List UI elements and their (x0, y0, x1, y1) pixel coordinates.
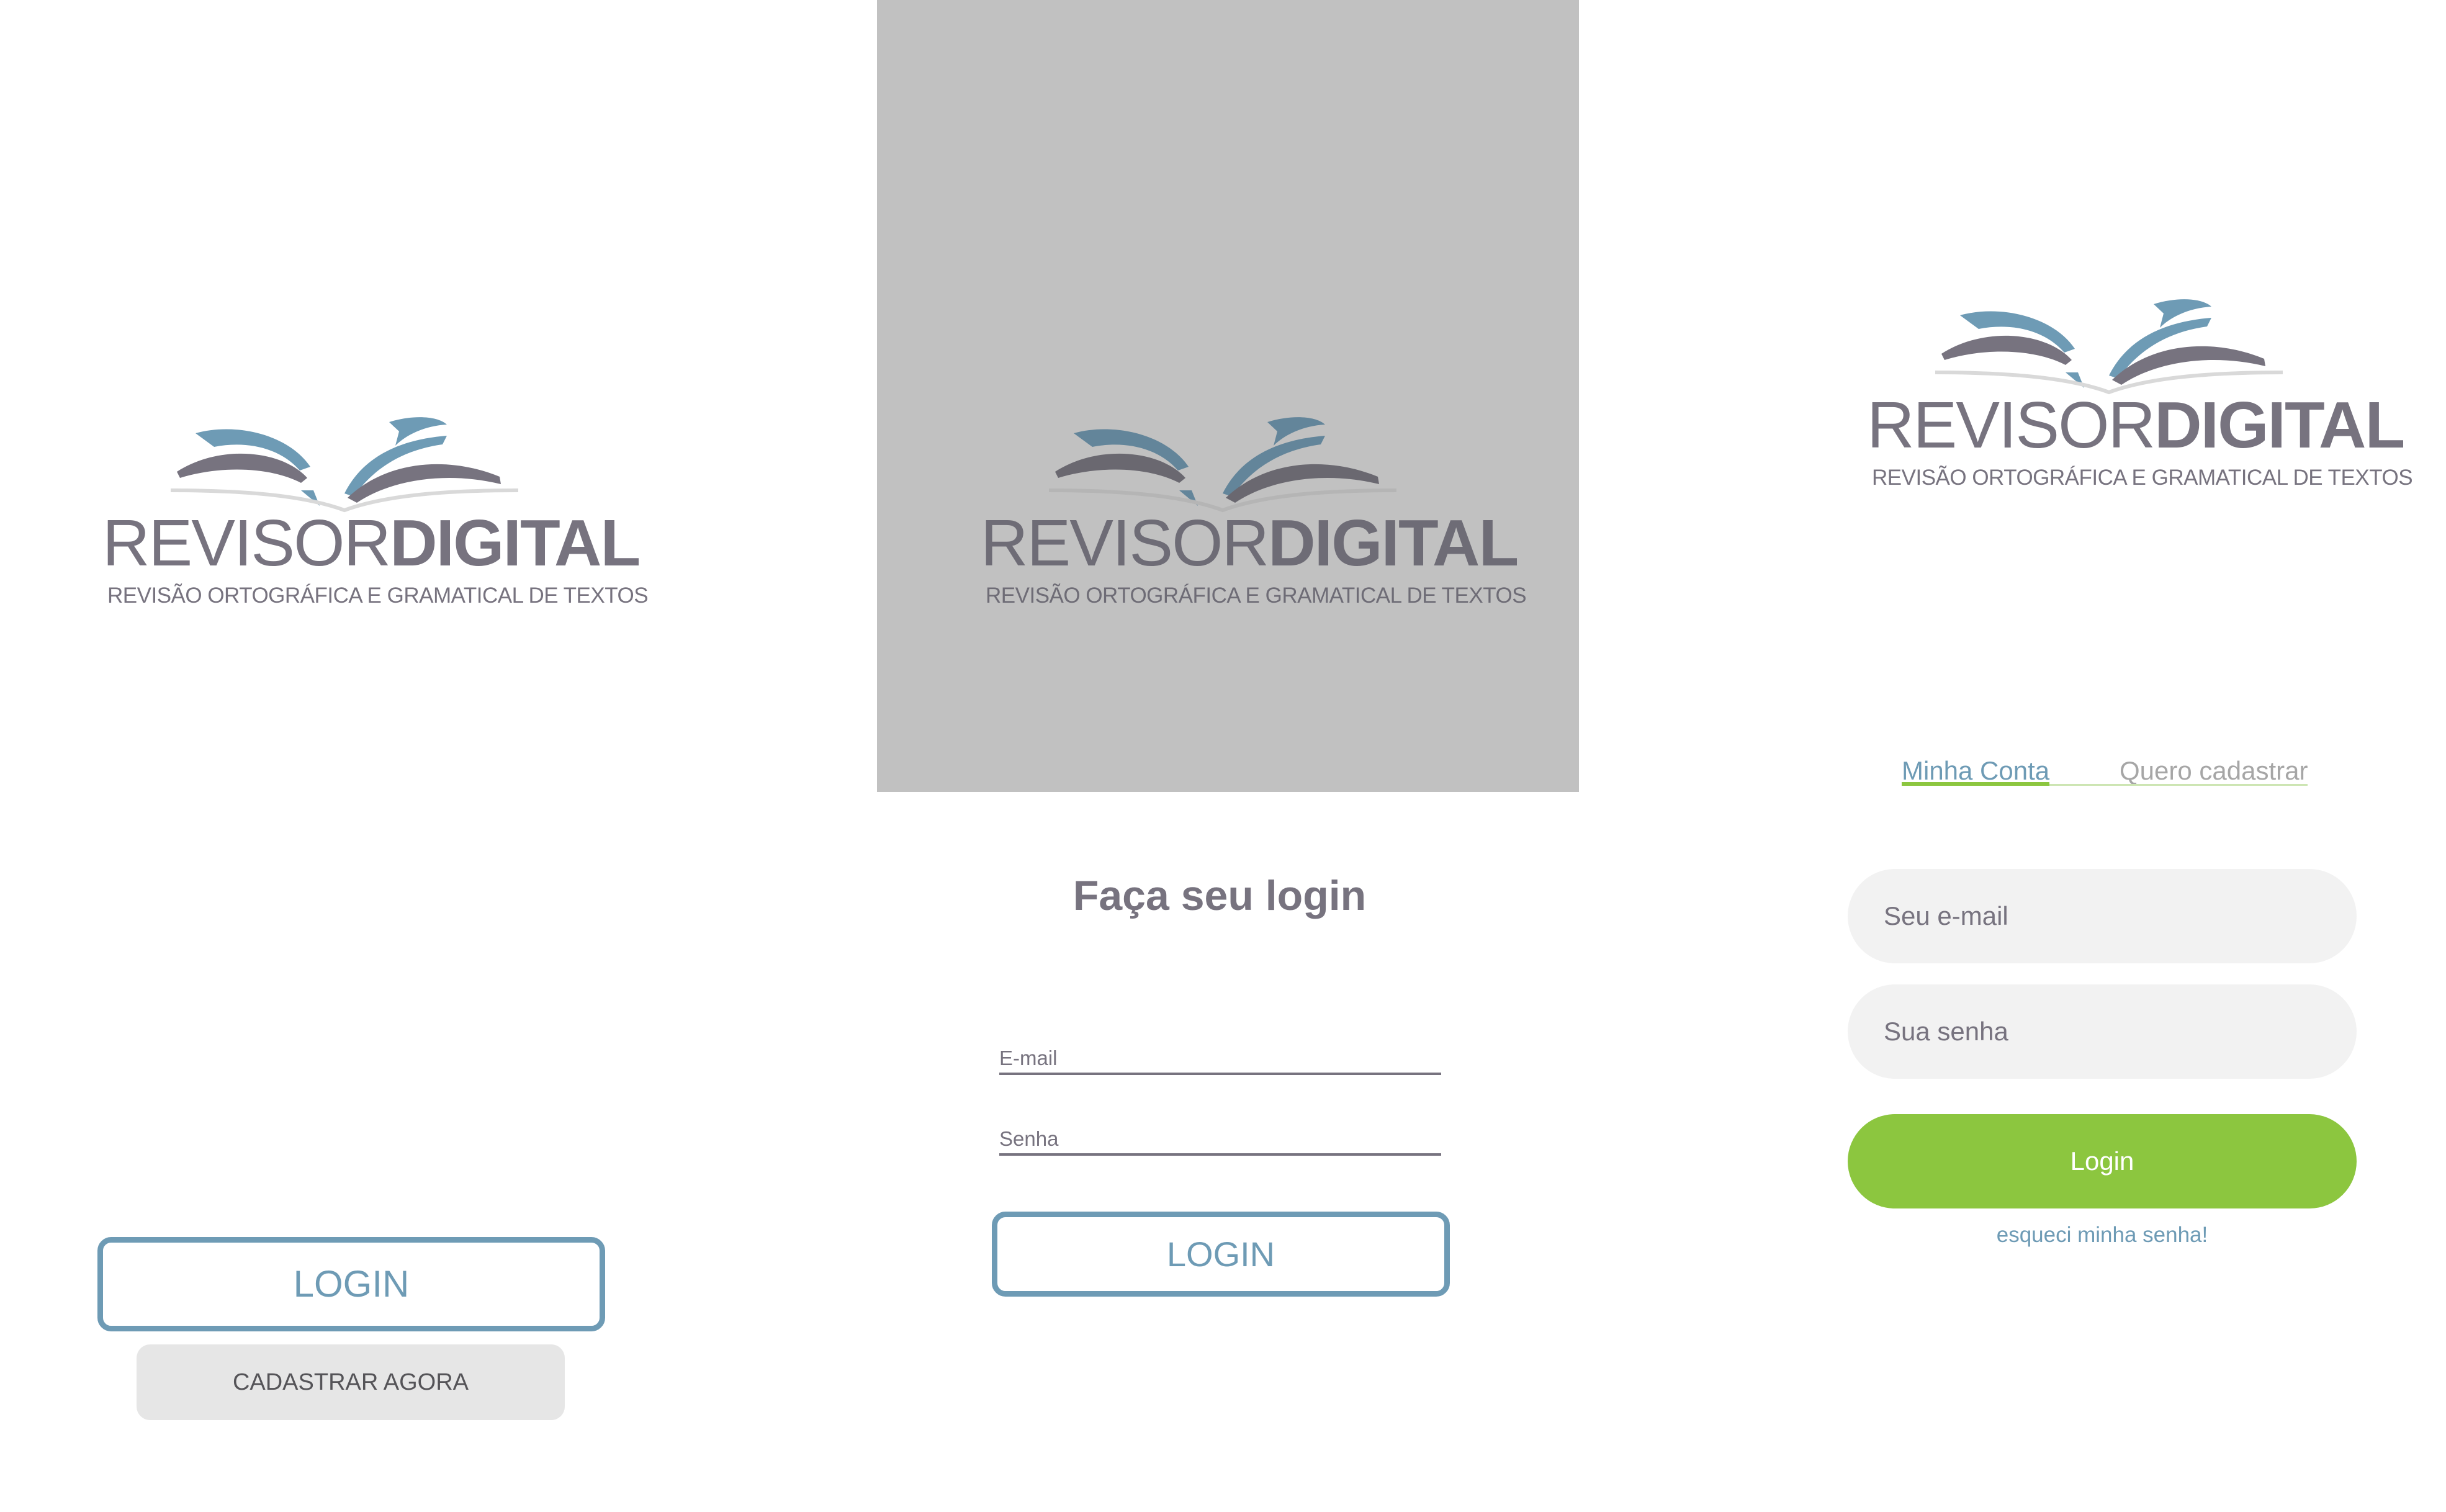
logo-word-regular: REVISOR (981, 506, 1269, 580)
logo-tagline: REVISÃO ORTOGRÁFICA E GRAMATICAL DE TEXT… (986, 583, 1527, 608)
login-button[interactable]: Login (1848, 1114, 2357, 1208)
logo-tagline: REVISÃO ORTOGRÁFICA E GRAMATICAL DE TEXT… (107, 583, 649, 608)
tab-active-indicator (1902, 782, 2049, 786)
logo-word-bold: DIGITAL (390, 506, 641, 580)
logo-word-regular: REVISOR (102, 506, 391, 580)
tab-my-account-label: Minha Conta (1902, 756, 2050, 785)
page-title: Faça seu login (1072, 872, 1367, 919)
logo-tagline: REVISÃO ORTOGRÁFICA E GRAMATICAL DE TEXT… (1872, 466, 2413, 490)
email-input[interactable]: Seu e-mail (1848, 869, 2357, 963)
brand-logo: REVISORDIGITAL REVISÃO ORTOGRÁFICA E GRA… (1867, 279, 2413, 503)
logo-wordmark: REVISORDIGITAL (102, 500, 641, 587)
logo-wordmark: REVISORDIGITAL (1867, 382, 2405, 469)
login-button-label: LOGIN (1166, 1235, 1275, 1274)
signup-now-button[interactable]: CADASTRAR AGORA (137, 1344, 565, 1420)
brand-logo: REVISORDIGITAL REVISÃO ORTOGRÁFICA E GRA… (102, 397, 649, 621)
login-button-label: Login (2070, 1146, 2134, 1176)
password-input[interactable]: Sua senha (1848, 984, 2357, 1079)
logo-word-bold: DIGITAL (1268, 506, 1519, 580)
logo-word-bold: DIGITAL (2154, 389, 2405, 462)
email-field[interactable]: E-mail (999, 1037, 1441, 1075)
password-field-label: Senha (999, 1127, 1059, 1150)
logo-wordmark: REVISORDIGITAL (981, 500, 1519, 587)
open-book-icon (170, 417, 519, 513)
brand-logo: REVISORDIGITAL REVISÃO ORTOGRÁFICA E GRA… (981, 397, 1527, 621)
password-field[interactable]: Senha (999, 1117, 1441, 1156)
tab-register-label: Quero cadastrar (2120, 756, 2308, 785)
email-field-label: E-mail (999, 1046, 1058, 1069)
password-input-placeholder: Sua senha (1884, 1017, 2008, 1046)
forgot-password-label: esqueci minha senha! (1996, 1223, 2208, 1247)
open-book-icon (1048, 417, 1397, 513)
forgot-password-link[interactable]: esqueci minha senha! (1848, 1220, 2357, 1251)
login-button-label: LOGIN (293, 1263, 410, 1305)
login-button[interactable]: LOGIN (97, 1237, 605, 1331)
header-image-placeholder (877, 0, 1579, 792)
open-book-icon (1935, 299, 2283, 395)
signup-now-label: CADASTRAR AGORA (232, 1369, 469, 1395)
logo-word-regular: REVISOR (1867, 389, 2156, 462)
login-button[interactable]: LOGIN (992, 1212, 1450, 1297)
email-input-placeholder: Seu e-mail (1884, 901, 2008, 930)
